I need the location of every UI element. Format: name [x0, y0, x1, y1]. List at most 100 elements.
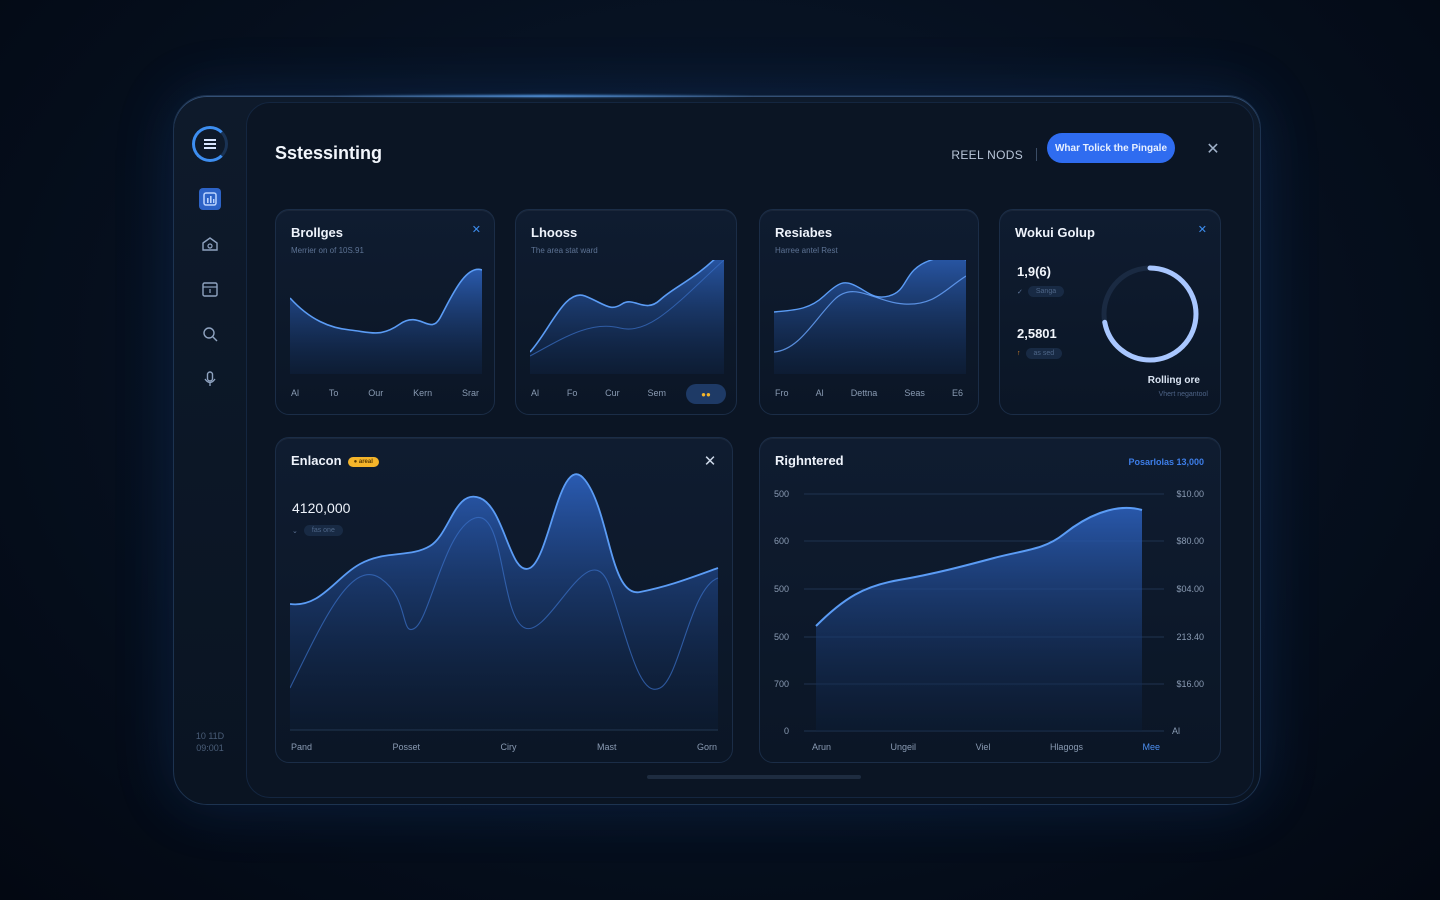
- x-tick-label: To: [328, 388, 339, 398]
- sidebar-item-voice[interactable]: [199, 368, 221, 390]
- main-panel: Sstessinting REEL NODS Whar Tolick the P…: [246, 102, 1254, 798]
- stat-chip-label: Sanga: [1027, 286, 1065, 297]
- status-badge[interactable]: ●●: [686, 384, 726, 404]
- check-icon: ✓: [1017, 288, 1023, 296]
- calendar-icon: [202, 282, 218, 297]
- wave-area-chart: [290, 473, 719, 731]
- area-chart: [804, 493, 1164, 732]
- card-title: Lhooss: [531, 225, 578, 240]
- y-tick-label-right: 213.40: [1176, 632, 1204, 642]
- y-tick-label-left: 700: [774, 679, 790, 689]
- x-tick-label: Ungeil: [890, 742, 917, 752]
- x-tick-label: Posset: [392, 742, 421, 752]
- sidebar-item-calendar[interactable]: [199, 278, 221, 300]
- reel-nods-link[interactable]: REEL NODS: [951, 148, 1023, 162]
- x-tick-label: Seas: [904, 388, 925, 398]
- sidebar: 10 11D 09:001: [174, 96, 246, 804]
- card-title: Enlacon ● areal: [291, 453, 379, 468]
- x-tick-label: Al: [815, 388, 824, 398]
- y-tick-label-left: 500: [774, 489, 790, 499]
- x-tick-label: Ciry: [500, 742, 517, 752]
- x-tick-label: Al: [531, 388, 540, 398]
- card-title: Righntered: [775, 453, 844, 468]
- card-enlacon: Enlacon ● areal ✕ 4120,000 ⌄ fas one Pand…: [275, 437, 733, 763]
- donut-chart: [1101, 265, 1199, 363]
- close-icon[interactable]: ✕: [472, 223, 481, 236]
- stat-chip: ✓ Sanga: [1017, 286, 1065, 297]
- x-tick-label: Al: [291, 388, 300, 398]
- chart-area: [530, 260, 724, 374]
- x-axis-labels: Fro Al Dettna Seas E6: [775, 388, 963, 398]
- x-axis-labels: Al Fo Cur Sem: [531, 388, 666, 398]
- x-axis-labels: Pand Posset Ciry Mast Gorn: [291, 742, 717, 752]
- y-tick-label-left: 600: [774, 536, 790, 546]
- x-axis-labels: Al To Our Kern Srar: [291, 388, 479, 398]
- x-axis-labels: Arun Ungeil Viel Hlagogs Mee: [812, 742, 1160, 752]
- divider: [1036, 148, 1037, 161]
- y-tick-label-right: $04.00: [1176, 584, 1204, 594]
- card-title: Resiabes: [775, 225, 833, 240]
- y-tick-label-left: 0: [784, 726, 790, 736]
- legend-link[interactable]: Posarlolas 13,000: [1128, 457, 1204, 467]
- y-tick-label-left: 500: [774, 632, 790, 642]
- x-tick-label: Mast: [596, 742, 617, 752]
- x-tick-label: Gorn: [696, 742, 717, 752]
- sidebar-footer-line1: 10 11D: [195, 731, 225, 741]
- y-tick-label-right: Al: [1171, 726, 1180, 736]
- horizontal-scrollbar[interactable]: [647, 775, 861, 779]
- area-chart: [290, 268, 482, 374]
- x-tick-label: Arun: [812, 742, 832, 752]
- card-brollges: Brollges Merrier on of 10S.91 ✕ Al To Ou…: [275, 209, 495, 415]
- card-resiabes: Resiabes Harree antel Rest Fro Al Dettna…: [759, 209, 979, 415]
- top-bar: Sstessinting REEL NODS Whar Tolick the P…: [275, 133, 1223, 169]
- card-title-text: Enlacon: [291, 453, 342, 468]
- close-icon[interactable]: ✕: [1205, 139, 1221, 159]
- x-tick-label: Hlagogs: [1049, 742, 1083, 752]
- stat-chip-label: as sed: [1025, 348, 1063, 359]
- close-icon[interactable]: ✕: [1198, 223, 1207, 236]
- x-tick-label: Viel: [975, 742, 991, 752]
- primary-cta-button[interactable]: Whar Tolick the Pingale: [1047, 133, 1175, 163]
- x-tick-label: Srar: [461, 388, 479, 398]
- donut-subcaption: Vhert negantool: [1158, 391, 1208, 398]
- stat-chip: ↑ as sed: [1017, 348, 1063, 359]
- card-righntered: Righntered Posarlolas 13,000 500 600 500…: [759, 437, 1221, 763]
- bar-chart-icon: [203, 192, 217, 206]
- card-title: Brollges: [291, 225, 344, 240]
- sidebar-item-search[interactable]: [199, 323, 221, 345]
- y-tick-label-right: $10.00: [1176, 489, 1204, 499]
- x-tick-label: Cur: [605, 388, 620, 398]
- x-tick-label: E6: [951, 388, 963, 398]
- stat-value-secondary: 2,5801: [1017, 326, 1057, 341]
- card-title: Wokui Golup: [1015, 225, 1095, 240]
- x-tick-label: Mee: [1142, 742, 1160, 752]
- tablet-frame: 10 11D 09:001 Sstessinting REEL NODS Wha…: [173, 95, 1261, 805]
- app-logo-icon[interactable]: [192, 126, 228, 162]
- x-tick-label: Dettna: [850, 388, 878, 398]
- home-icon: [202, 237, 218, 251]
- x-tick-label: Kern: [413, 388, 433, 398]
- sidebar-footer-line2: 09:001: [196, 743, 224, 753]
- sidebar-item-home[interactable]: [199, 233, 221, 255]
- card-subtitle: Merrier on of 10S.91: [291, 246, 364, 255]
- area-chart: [774, 260, 966, 374]
- card-lhooss: Lhooss The area stat ward Al Fo Cur Sem …: [515, 209, 737, 415]
- card-subtitle: Harree antel Rest: [775, 246, 838, 255]
- x-tick-label: Our: [368, 388, 384, 398]
- card-subtitle: The area stat ward: [531, 246, 598, 255]
- x-tick-label: Sem: [647, 388, 666, 398]
- arrow-up-icon: ↑: [1017, 350, 1021, 357]
- chart-area: [290, 269, 482, 374]
- y-tick-label-right: $80.00: [1176, 536, 1204, 546]
- sidebar-item-charts[interactable]: [199, 188, 221, 210]
- card-wokui-golup: Wokui Golup ✕ 1,9(6) ✓ Sanga 2,5801 ↑ as…: [999, 209, 1221, 415]
- stat-value-primary: 1,9(6): [1017, 264, 1051, 279]
- status-badge: ● areal: [347, 456, 379, 467]
- chart-area: [774, 260, 966, 374]
- y-tick-label-right: $16.00: [1176, 679, 1204, 689]
- x-tick-label: Fo: [566, 388, 578, 398]
- area-chart: [530, 260, 724, 374]
- search-icon: [203, 327, 218, 342]
- microphone-icon: [204, 371, 216, 386]
- chart-area: [290, 474, 718, 730]
